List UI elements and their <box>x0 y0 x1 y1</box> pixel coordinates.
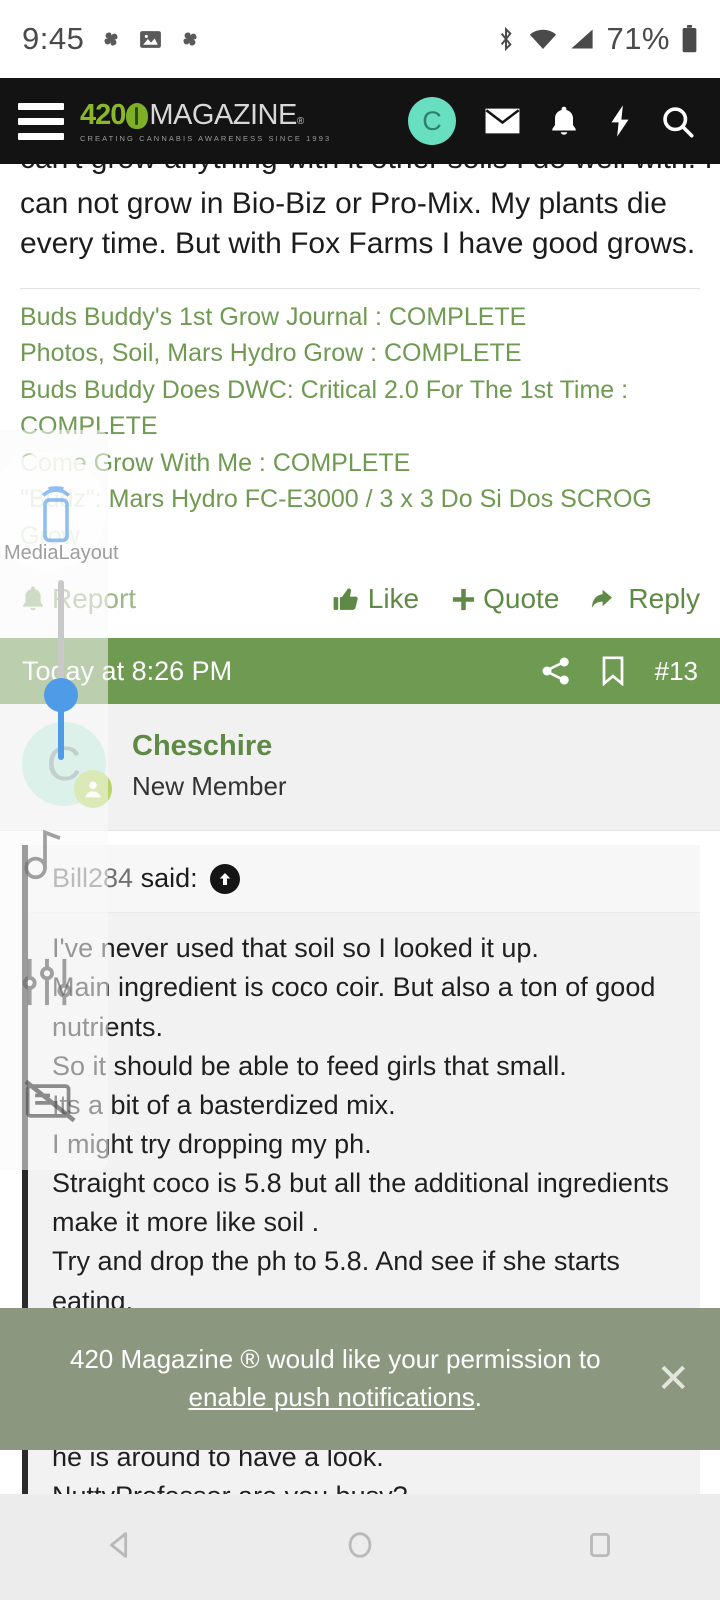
signature-separator <box>20 287 700 289</box>
status-bar: 9:45 71% <box>0 0 720 78</box>
status-bar-right: 71% <box>495 21 698 57</box>
app-header: 420 MAGAZINE ® CREATING CANNABIS AWARENE… <box>0 78 720 164</box>
pinwheel-icon <box>183 32 197 46</box>
jump-to-post-arrow-icon[interactable] <box>209 863 240 894</box>
quote-wrapper: Bill284 said: I've never used that soil … <box>0 831 720 1576</box>
post-paragraph: can not grow in Bio-Biz or Pro-Mix. My p… <box>20 187 696 260</box>
home-circle-icon[interactable] <box>343 1528 377 1567</box>
quote-author-line: Bill284 said: <box>52 863 198 894</box>
phone-screen: 9:45 71% 420 MAGAZINE ® CREATING CANNABI… <box>0 0 720 1600</box>
meta-icon-group: #13 <box>541 656 698 687</box>
cut-off-text: can't grow anything with it other soils … <box>20 164 713 176</box>
post-author-block: C Cheschire New Member <box>0 704 720 832</box>
report-button[interactable]: Report <box>20 583 136 615</box>
push-suffix: . <box>474 1382 482 1412</box>
wifi-icon <box>530 29 557 49</box>
bell-icon[interactable] <box>549 105 579 138</box>
share-icon[interactable] <box>541 656 571 686</box>
quote-line: I might try dropping my ph. <box>52 1128 372 1159</box>
post-date[interactable]: Today at 8:26 PM <box>22 656 232 687</box>
reply-button[interactable]: Reply <box>591 583 700 615</box>
logo-magazine-text: MAGAZINE <box>149 99 297 131</box>
user-badge-icon <box>74 770 112 809</box>
push-prefix: 420 Magazine ® would like your permissio… <box>69 1344 601 1375</box>
cellular-icon <box>571 29 594 49</box>
image-icon <box>140 30 162 48</box>
quote-button[interactable]: Quote <box>451 583 559 615</box>
close-icon[interactable]: ✕ <box>648 1356 698 1402</box>
bell-icon <box>23 586 43 611</box>
battery-icon <box>682 25 697 53</box>
mail-icon[interactable] <box>484 106 521 136</box>
logo-wordmark: 420 MAGAZINE ® <box>80 99 331 132</box>
registered-mark: ® <box>296 116 305 127</box>
header-icon-group: C <box>408 97 702 145</box>
back-triangle-icon[interactable] <box>103 1528 137 1567</box>
avatar[interactable]: C <box>22 722 112 809</box>
logo-tagline: CREATING CANNABIS AWARENESS SINCE 1993 <box>80 134 332 143</box>
header-avatar[interactable]: C <box>408 97 456 145</box>
reply-label: Reply <box>628 583 700 615</box>
signature-link[interactable]: Buds Buddy's 1st Grow Journal : COMPLETE <box>20 299 700 336</box>
post-action-row: Report Like Quote Reply <box>0 560 720 639</box>
thumbs-up-icon <box>333 588 358 611</box>
push-permission-banner: 420 Magazine ® would like your permissio… <box>0 1308 720 1450</box>
enable-push-link[interactable]: enable push notifications <box>189 1382 475 1412</box>
action-button-group: Like Quote Reply <box>333 583 700 615</box>
quote-line: So it should be able to feed girls that … <box>52 1050 567 1081</box>
like-label: Like <box>367 583 420 615</box>
quote-label: Quote <box>483 583 560 615</box>
post-body-above: can not grow in Bio-Biz or Pro-Mix. My p… <box>0 182 720 560</box>
battery-percentage: 71% <box>606 21 670 56</box>
status-bar-left: 9:45 <box>22 21 203 57</box>
lightning-icon[interactable] <box>607 104 633 138</box>
like-button[interactable]: Like <box>333 583 419 615</box>
signature-link[interactable]: "Budz": Mars Hydro FC-E3000 / 3 x 3 Do S… <box>20 481 700 554</box>
author-meta: Cheschire New Member <box>132 722 287 806</box>
signature-link[interactable]: Come Grow With Me : COMPLETE <box>20 445 700 482</box>
search-icon[interactable] <box>661 105 694 138</box>
signature-link[interactable]: Photos, Soil, Mars Hydro Grow : COMPLETE <box>20 335 700 372</box>
post-number[interactable]: #13 <box>655 656 698 687</box>
bluetooth-icon <box>501 26 513 52</box>
quote-line: I've never used that soil so I looked it… <box>52 933 539 964</box>
quote-block: Bill284 said: I've never used that soil … <box>22 845 700 1576</box>
post-meta-bar: Today at 8:26 PM #13 <box>0 638 720 705</box>
cut-off-line: can't grow anything with it other soils … <box>0 164 720 182</box>
quote-line: Its a bit of a basterdized mix. <box>52 1089 396 1120</box>
author-title: New Member <box>132 771 287 802</box>
hamburger-menu-icon[interactable] <box>18 102 64 140</box>
bookmark-icon[interactable] <box>601 656 625 687</box>
quote-line: Straight coco is 5.8 but all the additio… <box>52 1168 669 1238</box>
quote-body: I've never used that soil so I looked it… <box>28 913 700 1575</box>
quote-author[interactable]: Bill284 <box>52 863 133 893</box>
signature-link[interactable]: Buds Buddy Does DWC: Critical 2.0 For Th… <box>20 372 700 445</box>
signature-links: Buds Buddy's 1st Grow Journal : COMPLETE… <box>20 299 700 561</box>
quote-header: Bill284 said: <box>28 845 700 914</box>
cannabis-leaf-icon <box>126 102 149 129</box>
reply-arrow-icon <box>592 590 613 609</box>
recents-square-icon[interactable] <box>583 1528 617 1567</box>
quote-line: Main ingredient is coco coir. But also a… <box>52 972 656 1042</box>
header-avatar-initial: C <box>422 105 442 136</box>
report-label: Report <box>52 583 137 615</box>
author-name[interactable]: Cheschire <box>132 730 287 763</box>
plus-icon <box>453 588 475 610</box>
pinwheel-icon <box>104 32 118 46</box>
push-banner-text: 420 Magazine ® would like your permissio… <box>22 1341 648 1416</box>
status-clock: 9:45 <box>22 21 85 56</box>
logo-420-text: 420 <box>80 99 126 131</box>
quote-said-label: said: <box>133 863 198 894</box>
site-logo[interactable]: 420 MAGAZINE ® CREATING CANNABIS AWARENE… <box>80 99 331 143</box>
android-nav-bar <box>0 1494 720 1600</box>
